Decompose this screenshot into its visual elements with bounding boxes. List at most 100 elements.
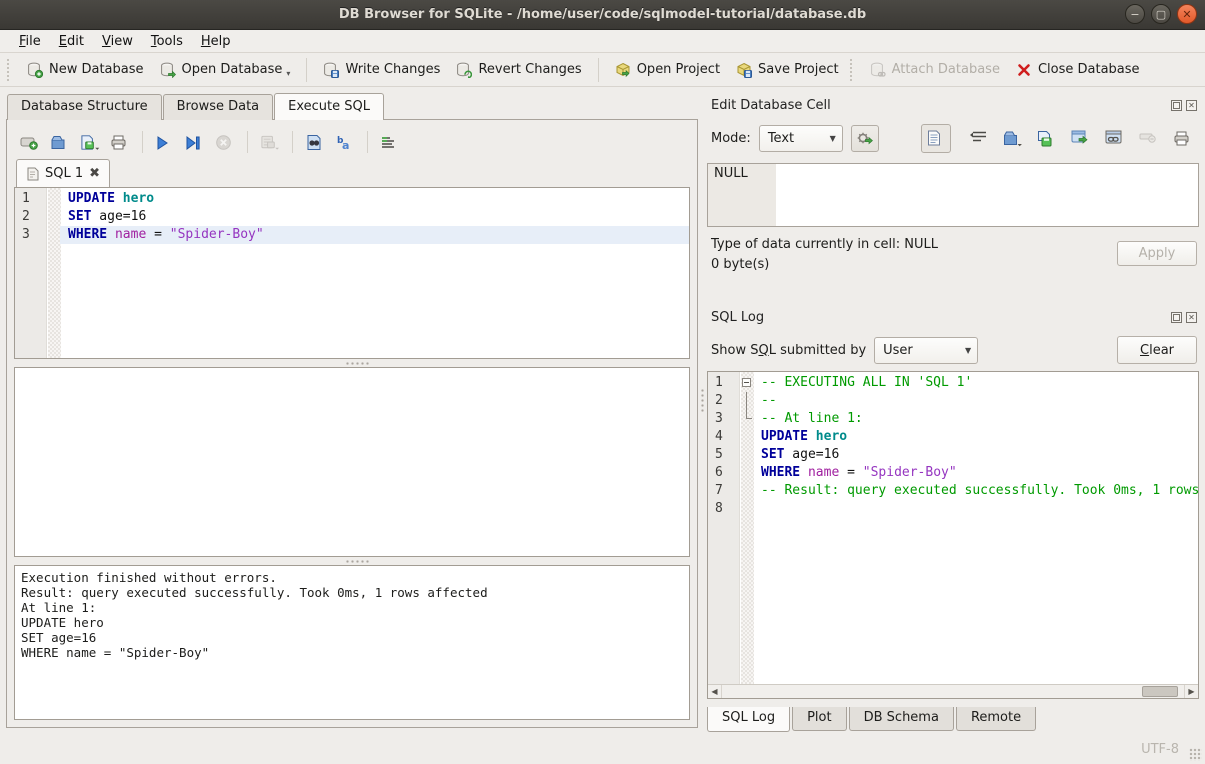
- edit-cell-float-icon[interactable]: [1171, 100, 1182, 111]
- revert-changes-icon: [456, 62, 472, 78]
- fold-marker-icon[interactable]: [742, 378, 751, 387]
- maximize-button[interactable]: ▢: [1151, 4, 1171, 24]
- editor-code-area[interactable]: 1UPDATE hero2SET age=163WHERE name = "Sp…: [15, 190, 689, 358]
- tab-db-schema[interactable]: DB Schema: [849, 707, 954, 731]
- cell-info: Type of data currently in cell: NULL 0 b…: [707, 235, 1199, 291]
- scroll-left-icon[interactable]: ◀: [708, 685, 722, 698]
- window-title: DB Browser for SQLite - /home/user/code/…: [0, 7, 1205, 22]
- tab-browse-data[interactable]: Browse Data: [163, 94, 274, 120]
- save-project-button[interactable]: Save Project: [728, 58, 847, 82]
- toolbar-drag-handle[interactable]: [7, 59, 14, 81]
- write-changes-icon: [323, 62, 339, 78]
- close-button[interactable]: ✕: [1177, 4, 1197, 24]
- text-mode-indicator[interactable]: [921, 124, 951, 153]
- menu-tools[interactable]: Tools: [142, 32, 192, 51]
- code-line: 2--: [708, 392, 1198, 410]
- revert-changes-button[interactable]: Revert Changes: [448, 58, 589, 82]
- code-line: 4UPDATE hero: [708, 428, 1198, 446]
- clear-log-button[interactable]: Clear: [1117, 336, 1197, 364]
- write-changes-button[interactable]: Write Changes: [315, 58, 448, 82]
- toggle-results-icon[interactable]: [380, 133, 400, 151]
- menubar: File Edit View Tools Help: [0, 30, 1205, 53]
- word-wrap-icon[interactable]: [969, 130, 987, 146]
- results-messages-splitter[interactable]: [14, 557, 690, 565]
- auto-apply-button[interactable]: [851, 125, 879, 152]
- menu-file[interactable]: File: [10, 32, 50, 51]
- sql-log-close-icon[interactable]: ✕: [1186, 312, 1197, 323]
- app-window: DB Browser for SQLite - /home/user/code/…: [0, 0, 1205, 764]
- tab-remote[interactable]: Remote: [956, 707, 1036, 731]
- print-cell-icon[interactable]: [1173, 130, 1191, 146]
- close-database-button[interactable]: Close Database: [1008, 58, 1148, 82]
- sql-tab-close-icon[interactable]: ✖: [89, 166, 100, 181]
- open-in-external-icon[interactable]: [1071, 130, 1089, 146]
- log-code-area: 1-- EXECUTING ALL IN 'SQL 1'2--3-- At li…: [708, 374, 1198, 684]
- titlebar[interactable]: DB Browser for SQLite - /home/user/code/…: [0, 0, 1205, 30]
- fold-marker-icon: [746, 392, 747, 410]
- close-database-label: Close Database: [1038, 62, 1140, 77]
- editor-results-splitter[interactable]: [14, 359, 690, 367]
- menu-help[interactable]: Help: [192, 32, 240, 51]
- menu-view[interactable]: View: [93, 32, 142, 51]
- format-sql-icon[interactable]: ba: [335, 133, 355, 151]
- new-database-button[interactable]: New Database: [19, 58, 152, 82]
- new-sql-tab-icon[interactable]: [20, 133, 40, 151]
- export-cell-data-icon[interactable]: [1037, 130, 1055, 146]
- edit-cell-close-icon[interactable]: ✕: [1186, 100, 1197, 111]
- open-database-icon: [160, 62, 176, 78]
- cell-value-editor[interactable]: NULL: [707, 163, 1199, 227]
- scrollbar-thumb[interactable]: [1142, 686, 1178, 697]
- sql-toolbar-separator: [367, 131, 368, 153]
- sql-log-view[interactable]: 1-- EXECUTING ALL IN 'SQL 1'2--3-- At li…: [707, 371, 1199, 699]
- results-grid[interactable]: [14, 367, 690, 557]
- chevron-down-icon: ▼: [965, 346, 971, 355]
- save-sql-file-icon[interactable]: [80, 133, 100, 151]
- open-database-dropdown-icon[interactable]: ▾: [286, 69, 290, 78]
- log-horizontal-scrollbar[interactable]: ◀ ▶: [708, 684, 1198, 698]
- sql-editor[interactable]: 1UPDATE hero2SET age=163WHERE name = "Sp…: [14, 187, 690, 359]
- open-database-button[interactable]: Open Database ▾: [152, 58, 299, 82]
- attach-database-button: Attach Database: [862, 58, 1008, 82]
- code-line: 8: [708, 500, 1198, 518]
- set-null-icon: [1139, 130, 1157, 146]
- code-line: 2SET age=16: [15, 208, 689, 226]
- execution-messages[interactable]: Execution finished without errors. Resul…: [14, 565, 690, 720]
- scroll-right-icon[interactable]: ▶: [1184, 685, 1198, 698]
- sql-tab-sql1[interactable]: SQL 1 ✖: [16, 159, 110, 187]
- cell-text-area[interactable]: [776, 164, 1198, 226]
- main-vertical-splitter[interactable]: [698, 93, 707, 734]
- open-project-button[interactable]: Open Project: [607, 58, 728, 82]
- tab-sql-log[interactable]: SQL Log: [707, 707, 790, 732]
- submitted-by-value: User: [883, 343, 913, 358]
- tab-execute-sql[interactable]: Execute SQL: [274, 93, 384, 120]
- code-line: 5SET age=16: [708, 446, 1198, 464]
- open-sql-file-icon[interactable]: [50, 133, 70, 151]
- submitted-by-select[interactable]: User ▼: [874, 337, 978, 364]
- svg-text:a: a: [342, 139, 349, 151]
- menu-edit[interactable]: Edit: [50, 32, 93, 51]
- import-cell-data-icon[interactable]: [1003, 130, 1021, 146]
- find-text-icon[interactable]: [305, 133, 325, 151]
- mode-select[interactable]: Text ▼: [759, 125, 843, 152]
- minimize-button[interactable]: −: [1125, 4, 1145, 24]
- mode-label: Mode:: [711, 131, 751, 146]
- sql-tab-label: SQL 1: [45, 166, 83, 181]
- copy-link-icon[interactable]: [1105, 130, 1123, 146]
- sql-toolbar-separator: [292, 131, 293, 153]
- tab-plot[interactable]: Plot: [792, 707, 847, 731]
- resize-grip-icon[interactable]: [1189, 748, 1202, 761]
- edit-cell-dock-header: Edit Database Cell ✕: [707, 95, 1199, 115]
- toolbar-drag-handle[interactable]: [850, 59, 857, 81]
- gear-arrow-icon: [856, 130, 873, 146]
- scrollbar-track[interactable]: [722, 685, 1184, 698]
- print-sql-icon[interactable]: [110, 133, 130, 151]
- status-bar: UTF-8: [0, 734, 1205, 764]
- sql-log-float-icon[interactable]: [1171, 312, 1182, 323]
- execute-all-icon[interactable]: [155, 133, 175, 151]
- tab-database-structure[interactable]: Database Structure: [7, 94, 162, 120]
- revert-changes-label: Revert Changes: [478, 62, 581, 77]
- execute-current-line-icon[interactable]: [185, 133, 205, 151]
- write-changes-label: Write Changes: [345, 62, 440, 77]
- code-line: 6WHERE name = "Spider-Boy": [708, 464, 1198, 482]
- code-line: 3-- At line 1:: [708, 410, 1198, 428]
